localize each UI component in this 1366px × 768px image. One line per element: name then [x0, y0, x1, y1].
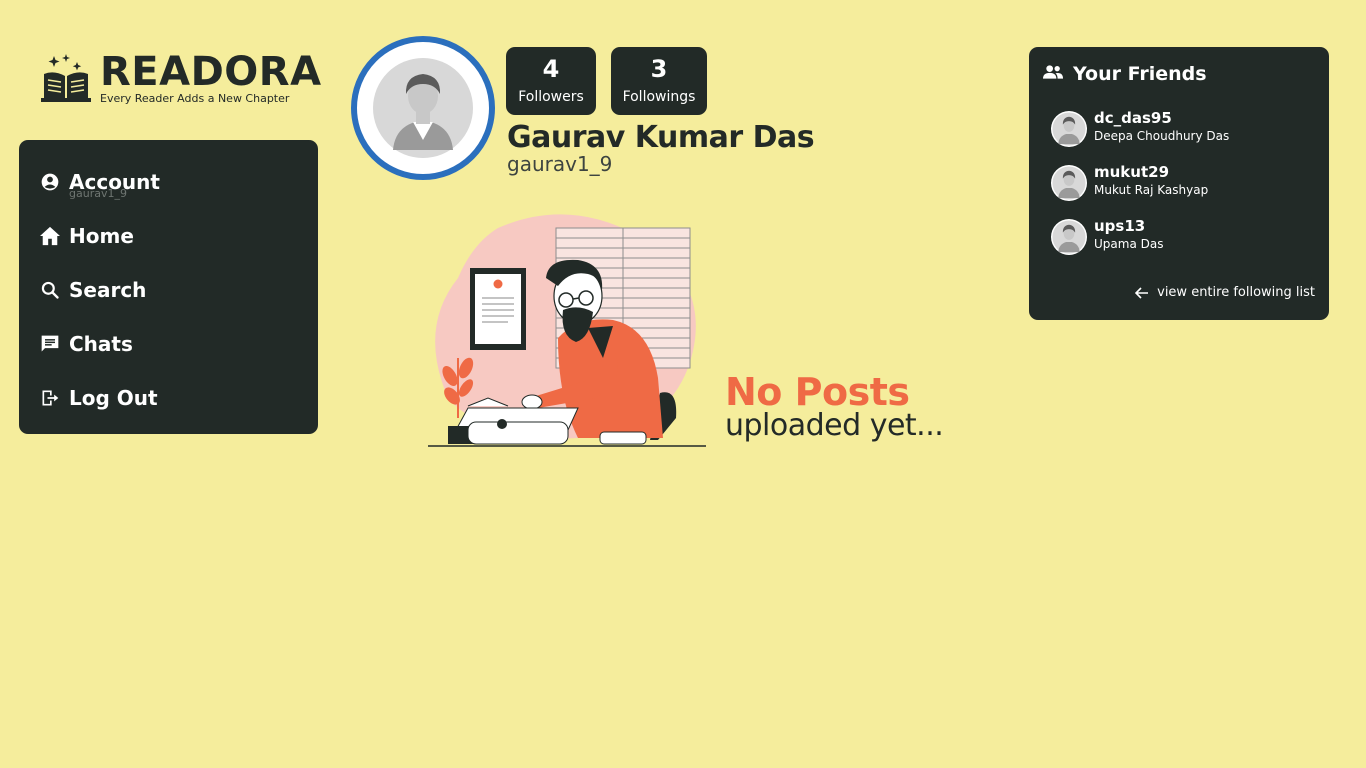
followers-label: Followers	[518, 89, 584, 105]
sidebar-item-label: Log Out	[69, 386, 158, 410]
no-posts-subtitle: uploaded yet...	[725, 408, 944, 443]
avatar	[1051, 111, 1087, 147]
avatar	[1051, 219, 1087, 255]
followers-button[interactable]: 4 Followers	[506, 47, 596, 115]
followings-label: Followings	[622, 89, 696, 105]
friend-fullname: Upama Das	[1094, 237, 1164, 251]
open-book-icon	[41, 54, 91, 102]
sidebar-item-chats[interactable]: Chats	[39, 326, 299, 362]
friend-item[interactable]: ups13 Upama Das	[1051, 217, 1311, 257]
friend-username: mukut29	[1094, 163, 1170, 181]
sidebar-item-label: Home	[69, 224, 134, 248]
followers-count: 4	[542, 55, 560, 83]
account-username: gaurav1_9	[69, 187, 127, 200]
friend-fullname: Mukut Raj Kashyap	[1094, 183, 1209, 197]
user-avatar-icon	[1052, 220, 1086, 254]
friend-fullname: Deepa Choudhury Das	[1094, 129, 1230, 143]
logout-icon	[39, 387, 61, 409]
friend-item[interactable]: mukut29 Mukut Raj Kashyap	[1051, 163, 1311, 203]
users-icon	[1043, 64, 1063, 84]
view-following-list-label: view entire following list	[1157, 285, 1315, 300]
sidebar-item-label: Search	[69, 278, 147, 302]
sidebar-item-home[interactable]: Home	[39, 218, 299, 254]
friends-panel: Your Friends dc_das95 Deepa Choudhury Da…	[1029, 47, 1329, 320]
brand-name: READORA	[100, 49, 322, 95]
sidebar-nav: Account gaurav1_9 Home Search Chats Log …	[19, 140, 318, 434]
sidebar-item-logout[interactable]: Log Out	[39, 380, 299, 416]
friends-header: Your Friends	[1043, 63, 1207, 85]
writer-illustration	[428, 214, 706, 447]
followings-count: 3	[650, 55, 668, 83]
view-following-list-link[interactable]: view entire following list	[1135, 285, 1315, 300]
friend-username: ups13	[1094, 217, 1146, 235]
profile-handle: gaurav1_9	[507, 152, 613, 176]
followings-button[interactable]: 3 Followings	[611, 47, 707, 115]
search-icon	[39, 279, 61, 301]
home-icon	[39, 225, 61, 247]
friend-username: dc_das95	[1094, 109, 1172, 127]
friends-title: Your Friends	[1073, 63, 1207, 85]
sidebar-item-search[interactable]: Search	[39, 272, 299, 308]
brand-tagline: Every Reader Adds a New Chapter	[100, 92, 290, 105]
user-avatar-icon	[1052, 166, 1086, 200]
account-circle-icon	[39, 171, 61, 193]
avatar	[1051, 165, 1087, 201]
arrow-left-icon	[1135, 286, 1149, 299]
profile-avatar[interactable]	[351, 36, 495, 180]
profile-name: Gaurav Kumar Das	[507, 120, 815, 155]
user-avatar-icon	[373, 58, 473, 158]
friend-item[interactable]: dc_das95 Deepa Choudhury Das	[1051, 109, 1311, 149]
chat-icon	[39, 333, 61, 355]
sidebar-item-label: Chats	[69, 332, 133, 356]
brand-logo[interactable]: READORA Every Reader Adds a New Chapter	[40, 50, 321, 110]
user-avatar-icon	[1052, 112, 1086, 146]
